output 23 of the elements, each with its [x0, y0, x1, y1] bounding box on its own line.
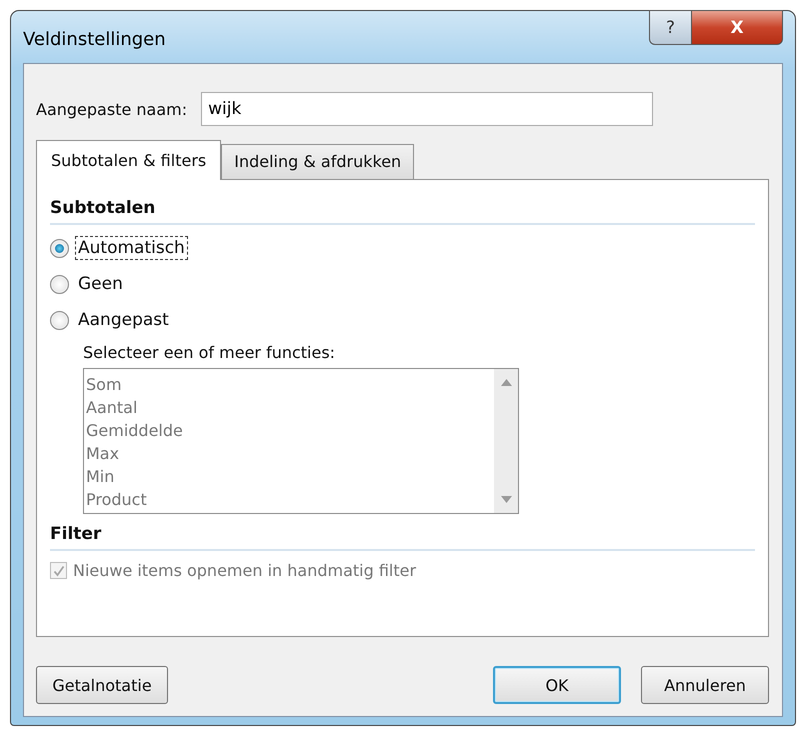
radio-label[interactable]: Geen: [75, 272, 126, 296]
list-label: Selecteer een of meer functies:: [83, 343, 336, 362]
radio-button[interactable]: [50, 238, 69, 258]
tab[interactable]: Indeling & afdrukken: [221, 144, 414, 179]
radio-label[interactable]: Aangepast: [75, 308, 172, 332]
scroll-down-icon[interactable]: [500, 496, 512, 503]
scrollbar[interactable]: [494, 369, 518, 513]
window-title: Veldinstellingen: [23, 29, 166, 50]
tab[interactable]: Subtotalen & filters: [36, 140, 222, 180]
close-button[interactable]: X: [691, 10, 783, 45]
dialog-button[interactable]: Getalnotatie: [36, 666, 168, 704]
name-field[interactable]: wijk: [201, 92, 654, 126]
section-heading: Filter: [50, 524, 755, 551]
field-label: Aangepaste naam:: [36, 100, 188, 118]
scroll-up-icon[interactable]: [500, 379, 512, 386]
radio-button[interactable]: [50, 310, 69, 330]
section-heading: Subtotalen: [50, 198, 755, 225]
radio-button[interactable]: [50, 274, 69, 294]
radio-label[interactable]: Automatisch: [75, 236, 188, 260]
help-button[interactable]: ?: [649, 10, 691, 45]
dialog-button[interactable]: Annuleren: [641, 666, 769, 704]
function-list[interactable]: Som Aantal Gemiddelde Max Min Product: [83, 368, 519, 514]
dialog-button[interactable]: OK: [493, 666, 621, 704]
